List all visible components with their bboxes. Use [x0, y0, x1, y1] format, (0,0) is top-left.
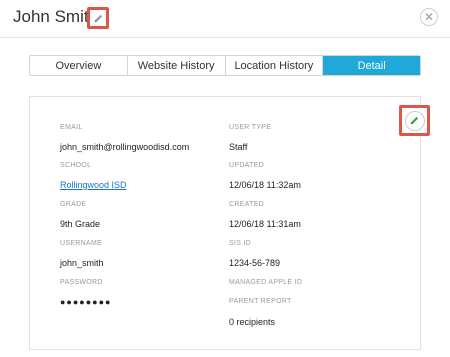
email-label: EMAIL	[60, 124, 83, 131]
updated-label: UPDATED	[229, 162, 265, 169]
school-label: SCHOOL	[60, 162, 92, 169]
username-value: john_smith	[60, 258, 104, 268]
parent-report-label: PARENT REPORT	[229, 298, 292, 305]
detail-card: EMAIL john_smith@rollingwoodisd.com SCHO…	[29, 96, 430, 350]
edit-details-button[interactable]	[399, 105, 430, 136]
pencil-icon	[410, 116, 419, 125]
school-link[interactable]: Rollingwood ISD	[60, 180, 127, 190]
tab-detail[interactable]: Detail	[323, 56, 420, 75]
page-title: John Smith	[13, 7, 99, 26]
close-button[interactable]: ✕	[420, 8, 438, 26]
sis-id-label: SIS ID	[229, 240, 252, 247]
updated-value: 12/06/18 11:32am	[229, 180, 301, 190]
parent-report-value: 0 recipients	[229, 317, 276, 327]
pencil-icon	[94, 14, 102, 22]
username-label: USERNAME	[60, 240, 103, 247]
user-type-label: USER TYPE	[229, 124, 272, 131]
email-value: john_smith@rollingwoodisd.com	[60, 142, 190, 152]
tab-bar: Overview Website History Location Histor…	[29, 55, 421, 76]
grade-label: GRADE	[60, 201, 87, 208]
tab-website-history[interactable]: Website History	[128, 56, 226, 75]
tab-overview[interactable]: Overview	[30, 56, 128, 75]
grade-value: 9th Grade	[60, 219, 101, 229]
managed-apple-id-label: MANAGED APPLE ID	[229, 279, 303, 286]
password-label: PASSWORD	[60, 279, 103, 286]
created-label: CREATED	[229, 201, 265, 208]
edit-circle	[404, 110, 425, 131]
edit-name-button[interactable]	[87, 7, 109, 29]
user-type-value: Staff	[229, 142, 248, 152]
modal-header: John Smith ✕	[0, 0, 450, 38]
password-value: ●●●●●●●●	[60, 297, 112, 307]
sis-id-value: 1234-56-789	[229, 258, 281, 268]
created-value: 12/06/18 11:31am	[229, 219, 301, 229]
tab-location-history[interactable]: Location History	[226, 56, 324, 75]
close-icon: ✕	[423, 10, 435, 24]
